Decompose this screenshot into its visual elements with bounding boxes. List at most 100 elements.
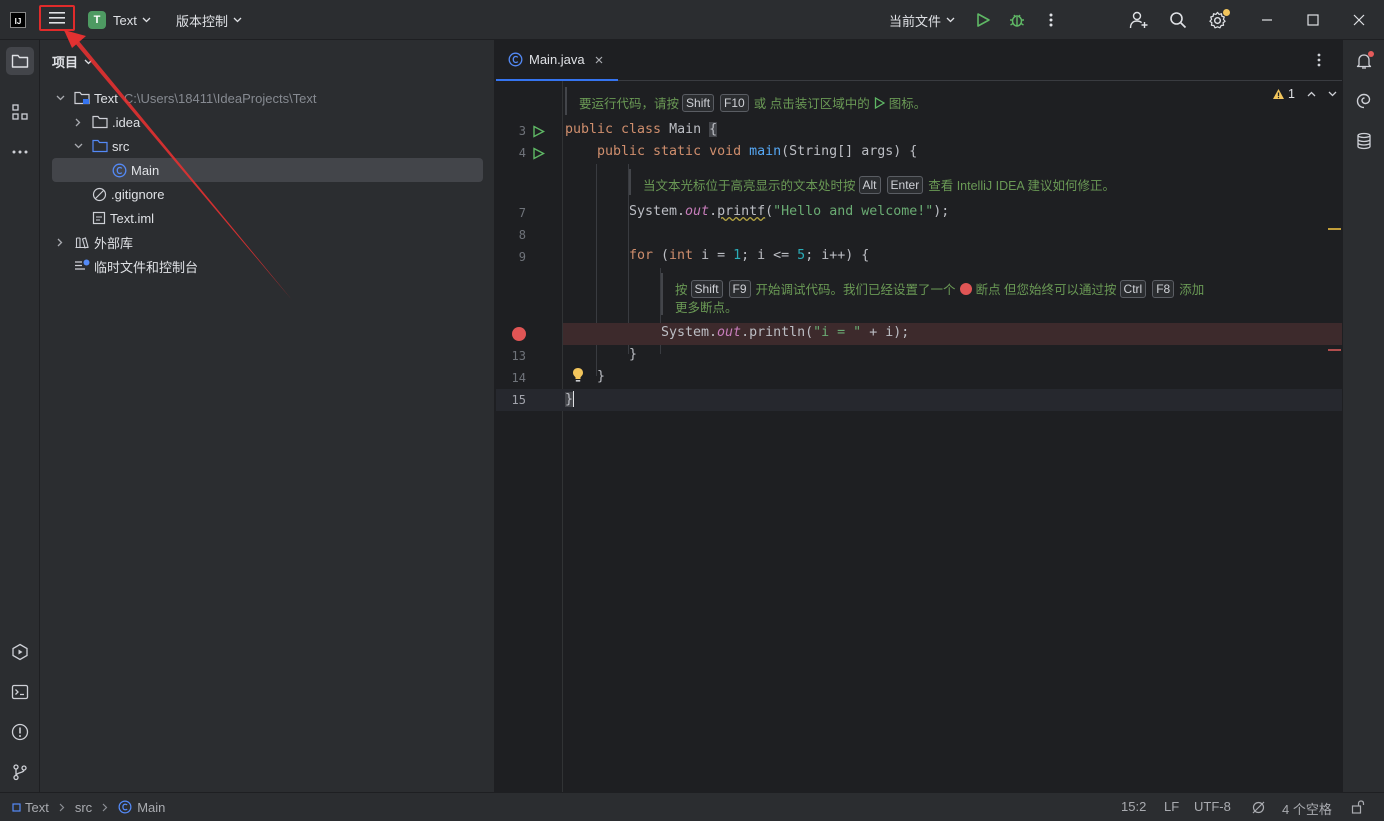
vcs-label: 版本控制 (176, 13, 229, 29)
notifications-button[interactable] (1350, 47, 1378, 75)
code-line-12: System.out.println("i = " + i); (661, 325, 909, 340)
run-gutter-icon[interactable] (532, 147, 545, 160)
maximize-button[interactable] (1307, 0, 1319, 40)
warning-circle-icon (11, 723, 29, 741)
inlay-hint-debug: 按 Shift F9 开始调试代码。我们已经设置了一个 断点 但您始终可以通过按… (675, 279, 1204, 298)
code-token: i = (701, 248, 734, 263)
database-button[interactable] (1350, 127, 1378, 155)
breakpoint-icon (959, 282, 972, 295)
tree-item-idea-folder[interactable]: .idea (70, 110, 140, 134)
tree-item-iml-file[interactable]: Text.iml (92, 206, 154, 230)
minimize-button[interactable] (1261, 0, 1273, 40)
code-token: ; i++) { (805, 248, 870, 263)
code-token: 5 (797, 248, 806, 263)
code-token: { (709, 122, 718, 137)
close-tab-icon[interactable] (595, 56, 603, 64)
code-token: int (669, 248, 702, 263)
project-badge: T (88, 11, 106, 29)
more-tools-button[interactable] (6, 138, 34, 166)
notification-dot-icon (1223, 8, 1230, 16)
tree-item-main-class[interactable]: Main (52, 158, 483, 182)
tree-item-gitignore[interactable]: .gitignore (92, 182, 164, 206)
chevron-down-icon[interactable] (52, 95, 68, 101)
class-icon (118, 800, 132, 814)
chevron-right-icon (102, 803, 108, 812)
chevron-down-icon[interactable] (70, 143, 86, 149)
tree-item-src-folder[interactable]: src (70, 134, 129, 158)
debug-button[interactable] (1008, 0, 1026, 40)
line-separator[interactable]: LF (1164, 799, 1179, 814)
code-token: out (717, 325, 742, 340)
code-with-me-button[interactable] (1129, 0, 1149, 40)
ai-assistant-button[interactable] (1350, 87, 1378, 115)
breadcrumb-item[interactable]: Main (137, 800, 165, 815)
terminal-tool-button[interactable] (6, 678, 34, 706)
project-name: Text (113, 12, 137, 28)
tree-item-path: C:\Users\18411\IdeaProjects\Text (123, 90, 317, 106)
run-button[interactable] (975, 0, 991, 40)
file-encoding[interactable]: UTF-8 (1194, 799, 1231, 814)
close-button[interactable] (1353, 0, 1365, 40)
structure-tool-button[interactable] (6, 98, 34, 126)
git-tool-button[interactable] (6, 758, 34, 786)
gutter-separator (562, 81, 563, 792)
project-widget[interactable]: T Text (88, 0, 151, 40)
bell-icon (1355, 51, 1374, 70)
settings-button[interactable] (1208, 0, 1230, 40)
inspection-widget[interactable]: 1 (1272, 87, 1337, 101)
app-logo: IJ (10, 0, 26, 40)
main-menu-button[interactable] (39, 5, 75, 31)
class-icon (508, 52, 523, 67)
inlay-hint-debug-cont: 更多断点。 (675, 297, 738, 316)
services-tool-button[interactable] (6, 638, 34, 666)
code-token: } (629, 347, 638, 362)
code-line-4: public static void main(String[] args) { (597, 144, 917, 159)
indent-setting[interactable]: 4 个空格 (1282, 799, 1332, 818)
code-token: ); (933, 204, 950, 219)
chevron-right-icon[interactable] (70, 118, 86, 127)
problems-tool-button[interactable] (6, 718, 34, 746)
code-token: . (709, 204, 718, 219)
code-token: main (749, 144, 782, 159)
code-token: System. (661, 325, 718, 340)
tab-options-button[interactable] (1314, 52, 1324, 71)
hint-text: 当文本光标位于高亮显示的文本处时按 (643, 179, 856, 193)
text-caret (573, 391, 575, 407)
run-config-label: 当前文件 (889, 13, 942, 29)
warning-icon (1272, 88, 1285, 100)
tree-item-label: src (112, 138, 130, 154)
chevron-up-icon[interactable] (1307, 91, 1316, 97)
lightbulb-icon[interactable] (572, 367, 584, 383)
chevron-down-icon[interactable] (84, 59, 93, 65)
chevron-down-icon[interactable] (1328, 91, 1337, 97)
chevron-right-icon[interactable] (52, 238, 68, 247)
app-logo-text: IJ (14, 17, 22, 26)
breakpoint-gutter-icon[interactable] (512, 327, 526, 341)
tree-item-scratches[interactable]: 临时文件和控制台 (74, 254, 198, 278)
inspections-off-icon[interactable] (1251, 800, 1266, 815)
code-token: out (685, 204, 710, 219)
lock-icon[interactable] (1351, 800, 1365, 814)
tab-main-java[interactable]: Main.java (496, 40, 618, 81)
line-number: 4 (518, 146, 526, 160)
run-gutter-icon[interactable] (532, 125, 545, 138)
chevron-down-icon (946, 17, 955, 23)
more-actions-button[interactable] (1044, 0, 1058, 40)
caret-position[interactable]: 15:2 (1121, 799, 1146, 814)
tree-item-label: Text.iml (110, 210, 155, 226)
tree-item-project-root[interactable]: Text C:\Users\18411\IdeaProjects\Text (52, 86, 317, 110)
project-tool-button[interactable] (6, 47, 34, 75)
vcs-widget[interactable]: 版本控制 (176, 0, 242, 40)
breakpoint-marker[interactable] (1328, 349, 1341, 351)
tree-item-external-libraries[interactable]: 外部库 (52, 230, 133, 254)
code-token: ; i <= (741, 248, 798, 263)
breadcrumb-item[interactable]: Text (25, 800, 49, 815)
search-button[interactable] (1169, 0, 1187, 40)
shortcut-key: F10 (720, 93, 749, 112)
project-panel-title: 项目 (52, 55, 79, 70)
tree-item-label: .idea (112, 114, 141, 130)
warning-marker[interactable] (1328, 228, 1341, 230)
line-number: 15 (511, 393, 526, 407)
run-config-selector[interactable]: 当前文件 (889, 0, 955, 40)
breadcrumb-item[interactable]: src (75, 800, 92, 815)
